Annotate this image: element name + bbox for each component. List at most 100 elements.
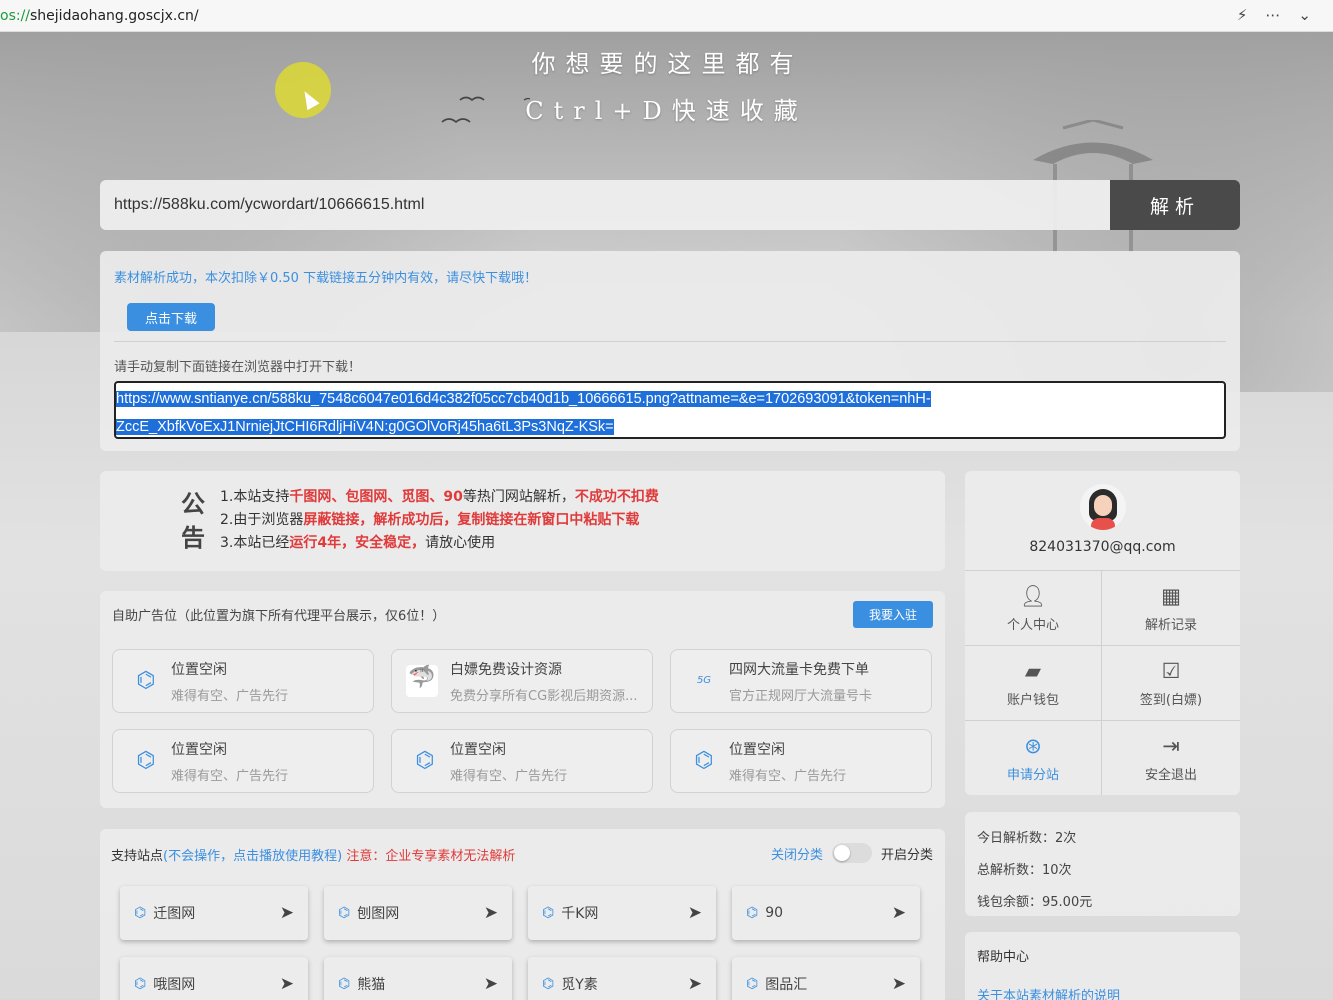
- site-name: 觅Y素: [561, 977, 598, 993]
- notice-text: 3.本站已经: [220, 535, 290, 551]
- hero-line-1: 你想要的这里都有: [531, 50, 804, 78]
- ad-title: 位置空闲: [171, 741, 227, 758]
- menu-apply-substation[interactable]: ⊛ 申请分站: [965, 721, 1102, 795]
- menu-label: 签到(白嫖): [1139, 692, 1203, 708]
- menu-label: 安全退出: [1144, 768, 1197, 783]
- open-category-label: 开启分类: [880, 847, 933, 863]
- site-name: 千K网: [561, 906, 599, 922]
- ad-title: 四网大流量卡免费下单: [729, 661, 869, 678]
- parse-button[interactable]: 解析: [1110, 180, 1240, 230]
- site-card[interactable]: ⌬ 刨图网 ➤: [324, 886, 512, 940]
- notice-line-3: 3.本站已经运行4年，安全稳定，请放心使用: [220, 532, 659, 555]
- monitor-chart-icon: ⌬: [542, 905, 555, 921]
- notice-highlight: 运行4年，安全稳定，: [289, 535, 426, 551]
- monitor-chart-icon: ⌬: [134, 976, 147, 992]
- today-parse-count: 今日解析数：2次: [977, 831, 1077, 846]
- menu-wallet[interactable]: ▰ 账户钱包: [965, 646, 1102, 721]
- link-line-1: https://www.sntianye.cn/588ku_7548c6047e…: [116, 391, 931, 407]
- menu-checkin[interactable]: ☑ 签到(白嫖): [1102, 646, 1240, 721]
- paper-plane-icon: ➤: [891, 903, 906, 923]
- shark-logo-icon: 🦈: [406, 665, 438, 697]
- site-card[interactable]: ⌬ 哦图网 ➤: [120, 957, 308, 1000]
- logout-icon: ⇥: [1162, 734, 1180, 758]
- ad-card[interactable]: 5G 四网大流量卡免费下单 官方正规网厅大流量号卡: [670, 649, 932, 713]
- site-card[interactable]: ⌬ 90 ➤: [732, 886, 920, 940]
- category-toggle[interactable]: [831, 843, 872, 863]
- menu-parse-records[interactable]: ▦ 解析记录: [1102, 571, 1240, 646]
- hero-slogan: 你想要的这里都有 Ctrl+D快速收藏: [0, 44, 1333, 126]
- monitor-chart-icon: ⌬: [136, 748, 156, 773]
- ad-panel: 自助广告位（此位置为旗下所有代理平台展示，仅6位！） 我要入驻 ⌬ 位置空闲 难得…: [100, 591, 945, 808]
- paper-plane-icon: ➤: [483, 974, 498, 994]
- hero-line-2: Ctrl+D快速收藏: [525, 97, 808, 125]
- menu-label: 申请分站: [1006, 768, 1059, 783]
- help-card: 帮助中心 关于本站素材解析的说明: [965, 932, 1240, 1000]
- lightning-icon[interactable]: ⚡: [1237, 6, 1248, 24]
- tutorial-link[interactable]: (不会操作，点击播放使用教程): [163, 849, 342, 864]
- parse-search-bar: 解析: [100, 180, 1240, 230]
- browser-actions: ⚡ ⋯ ⌄: [1237, 6, 1311, 24]
- ad-card[interactable]: ⌬ 位置空闲 难得有空、广告先行: [670, 729, 932, 793]
- monitor-chart-icon: ⌬: [542, 976, 555, 992]
- ad-subtitle: 免费分享所有CG影视后期资源...: [450, 688, 638, 704]
- notice-title-char-1: 公: [181, 490, 205, 518]
- monitor-chart-icon: ⌬: [338, 905, 351, 921]
- url-scheme: os://: [0, 7, 31, 24]
- ad-card[interactable]: ⌬ 位置空闲 难得有空、广告先行: [112, 649, 374, 713]
- grid-icon: ▦: [1161, 583, 1181, 608]
- ad-card[interactable]: 🦈 白嫖免费设计资源 免费分享所有CG影视后期资源...: [391, 649, 653, 713]
- url-host: shejidaohang.goscjx.cn/: [30, 7, 199, 24]
- sites-grid: ⌬ 迁图网 ➤ ⌬ 刨图网 ➤ ⌬ 千K网 ➤ ⌬ 90 ➤ ⌬ 哦图网 ➤ ⌬ 熊猫 ➤ ⌬ 觅Y素 ➤ …: [120, 886, 920, 1000]
- monitor-chart-icon: ⌬: [136, 668, 156, 693]
- site-name: 熊猫: [357, 977, 386, 993]
- notice-title-char-2: 告: [181, 524, 205, 552]
- user-email: 824031370@qq.com: [1029, 539, 1176, 555]
- wallet-balance: 钱包余额：95.00元: [977, 895, 1093, 910]
- browser-address-bar[interactable]: os://shejidaohang.goscjx.cn/ ⚡ ⋯ ⌄: [0, 0, 1333, 32]
- menu-personal-center[interactable]: 👤︎ 个人中心: [965, 571, 1102, 646]
- user-menu: 👤︎ 个人中心 ▦ 解析记录 ▰ 账户钱包 ☑ 签到(白嫖) ⊛ 申请分站 ⇥ 安全退出: [965, 570, 1240, 795]
- site-card[interactable]: ⌬ 图品汇 ➤: [732, 957, 920, 1000]
- more-icon[interactable]: ⋯: [1265, 6, 1280, 24]
- url-text[interactable]: os://shejidaohang.goscjx.cn/: [0, 8, 199, 24]
- site-card[interactable]: ⌬ 千K网 ➤: [528, 886, 716, 940]
- menu-logout[interactable]: ⇥ 安全退出: [1102, 721, 1240, 795]
- monitor-chart-icon: ⌬: [746, 976, 759, 992]
- person-icon: 👤︎: [1019, 583, 1047, 608]
- monitor-chart-icon: ⌬: [694, 748, 714, 773]
- download-link-textarea[interactable]: https://www.sntianye.cn/588ku_7548c6047e…: [114, 381, 1226, 439]
- ad-title: 位置空闲: [450, 741, 506, 758]
- ad-subtitle: 难得有空、广告先行: [450, 768, 568, 784]
- branch-icon: ⊛: [1024, 734, 1042, 758]
- ad-card[interactable]: ⌬ 位置空闲 难得有空、广告先行: [112, 729, 374, 793]
- total-parse-count: 总解析数：10次: [977, 863, 1072, 878]
- ad-subtitle: 难得有空、广告先行: [171, 688, 289, 704]
- site-name: 图品汇: [765, 977, 808, 993]
- sites-heading: 支持站点(不会操作，点击播放使用教程) 注意：企业专享素材无法解析: [111, 845, 515, 864]
- menu-label: 解析记录: [1144, 617, 1197, 633]
- url-input[interactable]: [100, 180, 1110, 230]
- ad-title: 位置空闲: [729, 741, 785, 758]
- sites-label: 支持站点: [111, 849, 164, 864]
- help-link[interactable]: 关于本站素材解析的说明: [977, 985, 1228, 1000]
- notice-lines: 1.本站支持千图网、包图网、觅图、90等热门网站解析，不成功不扣费 2.由于浏览…: [220, 486, 659, 555]
- ad-card[interactable]: ⌬ 位置空闲 难得有空、广告先行: [391, 729, 653, 793]
- category-toggle-group: 关闭分类 开启分类: [771, 843, 933, 863]
- join-button[interactable]: 我要入驻: [853, 601, 933, 628]
- ad-heading: 自助广告位（此位置为旗下所有代理平台展示，仅6位！）: [112, 609, 446, 624]
- link-line-2: ZccE_XbfkVoExJ1NrniejJtCHI6RdljHiV4N:g0G…: [116, 419, 614, 435]
- site-card[interactable]: ⌬ 熊猫 ➤: [324, 957, 512, 1000]
- site-card[interactable]: ⌬ 迁图网 ➤: [120, 886, 308, 940]
- notice-highlight: 千图网、包图网、觅图、90: [289, 489, 463, 505]
- ad-grid: ⌬ 位置空闲 难得有空、广告先行 🦈 白嫖免费设计资源 免费分享所有CG影视后期资源…: [112, 649, 932, 793]
- chevron-down-icon[interactable]: ⌄: [1298, 6, 1311, 24]
- notice-text: 1.本站支持: [220, 489, 290, 505]
- copy-tip: 请手动复制下面链接在浏览器中打开下载！: [114, 360, 362, 375]
- notice-panel: 公 告 1.本站支持千图网、包图网、觅图、90等热门网站解析，不成功不扣费 2.…: [100, 471, 945, 571]
- download-button[interactable]: 点击下载: [127, 303, 215, 331]
- avatar[interactable]: [1080, 484, 1126, 530]
- divider: [114, 341, 1226, 342]
- calendar-check-icon: ☑: [1161, 658, 1181, 683]
- site-name: 哦图网: [153, 977, 196, 993]
- site-card[interactable]: ⌬ 觅Y素 ➤: [528, 957, 716, 1000]
